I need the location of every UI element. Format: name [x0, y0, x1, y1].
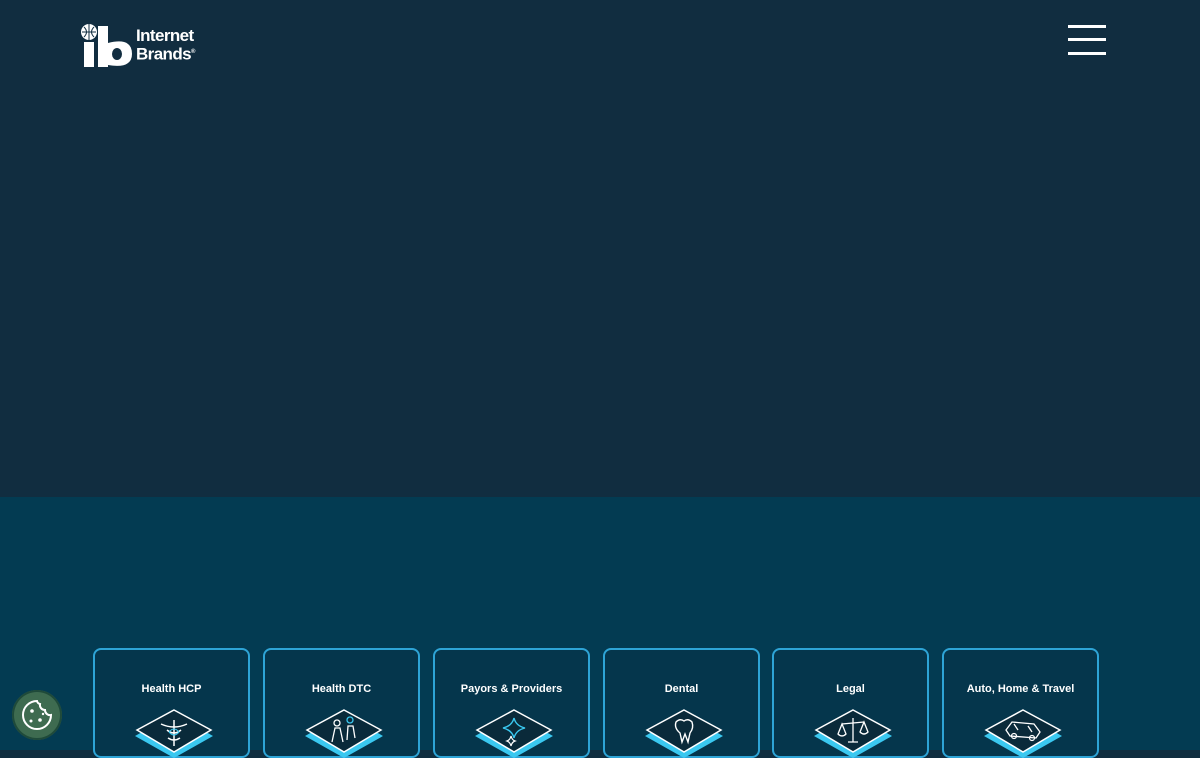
logo-wordmark: Internet Brands® [136, 25, 195, 64]
card-legal[interactable]: Legal [772, 648, 929, 758]
card-label: Health DTC [311, 683, 372, 695]
menu-bar-top [1068, 25, 1106, 28]
caduceus-icon [135, 709, 213, 758]
card-label: Auto, Home & Travel [966, 683, 1075, 695]
logo-line-1: Internet [136, 25, 194, 45]
card-dental[interactable]: Dental [603, 648, 760, 758]
verticals-card-row: Health HCP Health DTC Payors & Providers… [93, 648, 1103, 758]
cookie-icon [22, 699, 53, 730]
card-health-hcp[interactable]: Health HCP [93, 648, 250, 758]
sparkle-icon [475, 709, 553, 758]
card-payors-providers[interactable]: Payors & Providers [433, 648, 590, 758]
family-icon [305, 709, 383, 758]
menu-bar-middle [1068, 38, 1106, 41]
card-label: Legal [836, 683, 865, 695]
logo-line-2: Brands® [136, 44, 195, 64]
scales-icon [814, 709, 892, 758]
ib-logo-mark-icon [80, 23, 134, 67]
hero-section: Internet Brands® [0, 0, 1200, 497]
card-label: Dental [664, 683, 699, 695]
card-label: Health HCP [141, 683, 202, 695]
internet-brands-logo[interactable]: Internet Brands® [80, 22, 195, 68]
card-auto-home-travel[interactable]: Auto, Home & Travel [942, 648, 1099, 758]
cookie-settings-button[interactable] [12, 690, 62, 740]
menu-bar-bottom [1068, 52, 1106, 55]
card-health-dtc[interactable]: Health DTC [263, 648, 420, 758]
tooth-icon [645, 709, 723, 758]
car-icon [984, 709, 1062, 758]
hamburger-menu-icon[interactable] [1068, 24, 1106, 56]
card-label: Payors & Providers [460, 683, 563, 695]
